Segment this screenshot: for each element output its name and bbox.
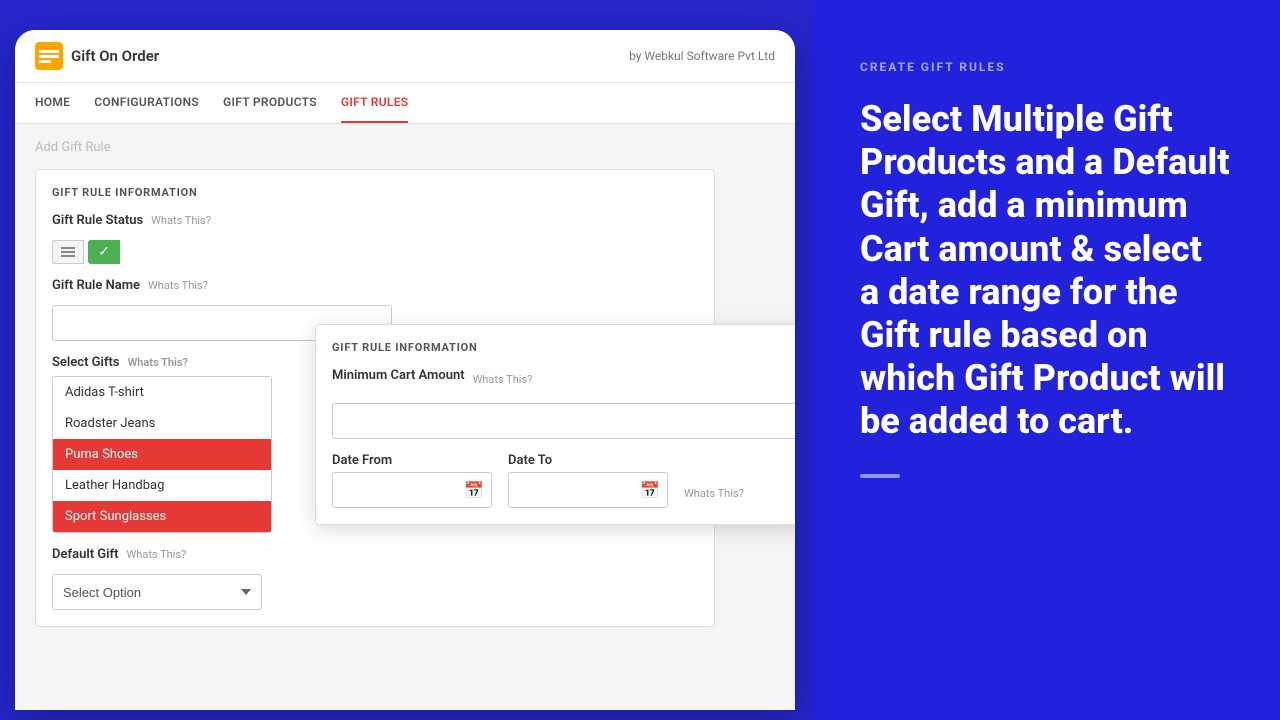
gift-rule-status-label: Gift Rule Status (52, 213, 143, 228)
toggle-list-btn[interactable] (52, 240, 84, 264)
dropdown-item-leather[interactable]: Leather Handbag (53, 470, 271, 501)
nav-configurations[interactable]: CONFIGURATIONS (94, 83, 199, 123)
gift-rule-status-whats[interactable]: Whats This? (151, 214, 211, 227)
toggle-check-btn[interactable]: ✓ (88, 240, 120, 264)
select-gifts-label: Select Gifts (52, 355, 120, 370)
toggle-group: ✓ (52, 240, 698, 264)
divider-line (860, 474, 900, 478)
page-title: Add Gift Rule (35, 140, 775, 155)
date-from-wrapper: 📅 (332, 472, 492, 508)
left-panel: Gift On Order by Webkul Software Pvt Ltd… (0, 0, 810, 720)
default-gift-label: Default Gift (52, 547, 119, 562)
second-info-panel: GIFT RULE INFORMATION Minimum Cart Amoun… (315, 324, 795, 525)
date-row: Date From 📅 Date To 📅 Whats This? (332, 453, 795, 508)
app-title: Gift On Order (71, 47, 159, 65)
nav-bar: HOME CONFIGURATIONS GIFT PRODUCTS GIFT R… (15, 83, 795, 124)
nav-gift-products[interactable]: GIFT PRODUCTS (223, 83, 317, 123)
default-gift-row: Default Gift Whats This? (52, 547, 698, 562)
date-to-group: Date To 📅 (508, 453, 668, 508)
by-text: by Webkul Software Pvt Ltd (629, 49, 775, 63)
date-from-group: Date From 📅 (332, 453, 492, 508)
dropdown-item-roadster[interactable]: Roadster Jeans (53, 408, 271, 439)
main-card: Gift On Order by Webkul Software Pvt Ltd… (15, 30, 795, 710)
default-gift-whats[interactable]: Whats This? (127, 548, 187, 561)
app-logo: Gift On Order (35, 42, 159, 70)
list-icon (61, 247, 75, 257)
date-from-input[interactable] (332, 472, 492, 508)
right-panel: CREATE GIFT RULES Select Multiple Gift P… (810, 0, 1280, 720)
gift-dropdown-list: Adidas T-shirt Roadster Jeans Puma Shoes… (52, 376, 272, 533)
dropdown-item-sport[interactable]: Sport Sunglasses (53, 501, 271, 532)
gift-rule-name-whats[interactable]: Whats This? (148, 279, 208, 292)
date-to-input[interactable] (508, 472, 668, 508)
section-title: GIFT RULE INFORMATION (52, 186, 698, 199)
dropdown-item-puma[interactable]: Puma Shoes (53, 439, 271, 470)
gift-rule-name-label: Gift Rule Name (52, 278, 140, 293)
min-cart-label: Minimum Cart Amount (332, 368, 465, 383)
nav-home[interactable]: HOME (35, 83, 70, 123)
date-from-label: Date From (332, 453, 492, 468)
check-icon: ✓ (98, 244, 110, 260)
second-section-title: GIFT RULE INFORMATION (332, 341, 795, 354)
date-whats[interactable]: Whats This? (684, 487, 744, 500)
nav-gift-rules[interactable]: GIFT RULES (341, 83, 409, 123)
promo-text: Select Multiple Gift Products and a Defa… (860, 98, 1230, 444)
min-cart-input[interactable] (332, 403, 795, 439)
date-to-label: Date To (508, 453, 668, 468)
gift-rule-name-row: Gift Rule Name Whats This? (52, 278, 698, 293)
date-to-wrapper: 📅 (508, 472, 668, 508)
app-header: Gift On Order by Webkul Software Pvt Ltd (15, 30, 795, 83)
logo-icon (35, 42, 63, 70)
select-gifts-whats[interactable]: Whats This? (128, 356, 188, 369)
create-gift-rules-label: CREATE GIFT RULES (860, 60, 1230, 74)
main-content: Add Gift Rule GIFT RULE INFORMATION Gift… (15, 124, 795, 710)
default-gift-select[interactable]: Select Option (52, 574, 262, 610)
min-cart-label-row: Minimum Cart Amount Whats This? (332, 368, 795, 391)
gift-rule-status-row: Gift Rule Status Whats This? (52, 213, 698, 228)
dropdown-item-adidas[interactable]: Adidas T-shirt (53, 377, 271, 408)
min-cart-whats[interactable]: Whats This? (473, 373, 533, 386)
